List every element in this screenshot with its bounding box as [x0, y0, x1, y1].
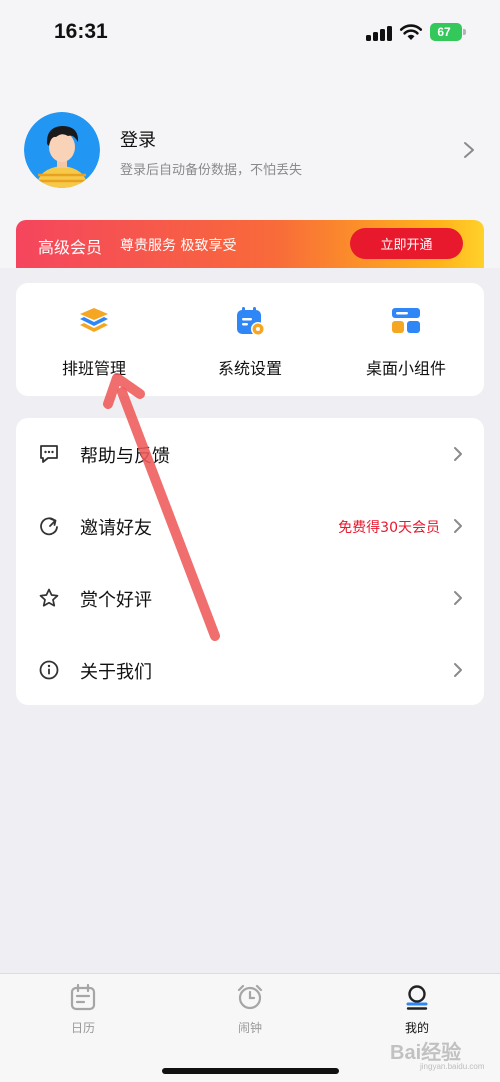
battery-level: 67 — [437, 25, 451, 39]
vip-title: 高级会员 — [38, 238, 103, 257]
alarm-icon — [237, 984, 263, 1010]
avatar[interactable] — [24, 112, 100, 188]
chevron-right-icon — [454, 591, 462, 605]
menu-item-label: 邀请好友 — [80, 518, 152, 539]
chevron-right-icon — [454, 519, 462, 533]
layers-icon — [80, 308, 108, 332]
tab-label: 闹钟 — [237, 1021, 262, 1035]
chat-bubble-icon — [40, 445, 58, 463]
open-vip-button[interactable]: 立即开通 — [350, 228, 463, 259]
profile-row[interactable]: 登录 登录后自动备份数据，不怕丢失 — [0, 110, 500, 192]
quick-action-label: 排班管理 — [61, 359, 126, 378]
vip-banner[interactable]: 高级会员 尊贵服务 极致享受 立即开通 — [16, 220, 484, 268]
quick-action-label: 系统设置 — [217, 359, 282, 378]
tab-calendar[interactable]: 日历 — [0, 974, 166, 1044]
tab-alarm[interactable]: 闹钟 — [167, 974, 333, 1044]
menu-item-help-feedback[interactable]: 帮助与反馈 — [16, 418, 484, 490]
quick-action-system-settings[interactable]: 系统设置 — [172, 283, 328, 396]
calendar-gear-icon — [237, 307, 265, 336]
chevron-right-icon — [454, 663, 462, 677]
profile-icon — [406, 985, 428, 1010]
status-bar: 16:31 67 — [0, 0, 500, 66]
battery-icon: 67 — [430, 23, 466, 41]
login-title[interactable]: 登录 — [120, 126, 156, 152]
chevron-right-icon[interactable] — [462, 140, 476, 160]
refresh-icon — [40, 517, 58, 536]
menu-item-invite-friends[interactable]: 邀请好友 免费得30天会员 — [16, 490, 484, 562]
wifi-icon — [399, 24, 423, 40]
menu-item-label: 帮助与反馈 — [80, 446, 170, 467]
quick-action-label: 桌面小组件 — [365, 359, 446, 378]
cellular-signal-icon — [366, 25, 392, 41]
menu-card: 帮助与反馈 邀请好友 免费得30天会员 赏个好评 关于我们 — [16, 418, 484, 705]
menu-item-rate-app[interactable]: 赏个好评 — [16, 562, 484, 634]
menu-item-about-us[interactable]: 关于我们 — [16, 634, 484, 706]
calendar-icon — [70, 983, 96, 1011]
star-icon — [39, 588, 59, 607]
invite-reward-text: 免费得30天会员 — [338, 520, 440, 536]
watermark-logo: Bai经验 — [390, 1042, 462, 1064]
quick-action-shift-management[interactable]: 排班管理 — [16, 283, 172, 396]
widget-icon — [392, 308, 420, 333]
menu-item-label: 关于我们 — [80, 662, 152, 683]
menu-item-label: 赏个好评 — [80, 590, 152, 611]
status-time: 16:31 — [54, 20, 108, 43]
chevron-right-icon — [454, 447, 462, 461]
tab-label: 日历 — [70, 1021, 95, 1035]
login-subtitle: 登录后自动备份数据，不怕丢失 — [120, 163, 303, 178]
info-icon — [39, 660, 59, 680]
tab-label: 我的 — [404, 1021, 429, 1035]
watermark-url: jingyan.baidu.com — [420, 1062, 485, 1071]
vip-description: 尊贵服务 极致享受 — [120, 238, 237, 254]
tab-profile[interactable]: 我的 — [334, 974, 500, 1044]
quick-action-desktop-widget[interactable]: 桌面小组件 — [328, 283, 484, 396]
quick-actions-card: 排班管理 系统设置 桌面小组件 — [16, 283, 484, 396]
home-indicator — [162, 1068, 339, 1074]
